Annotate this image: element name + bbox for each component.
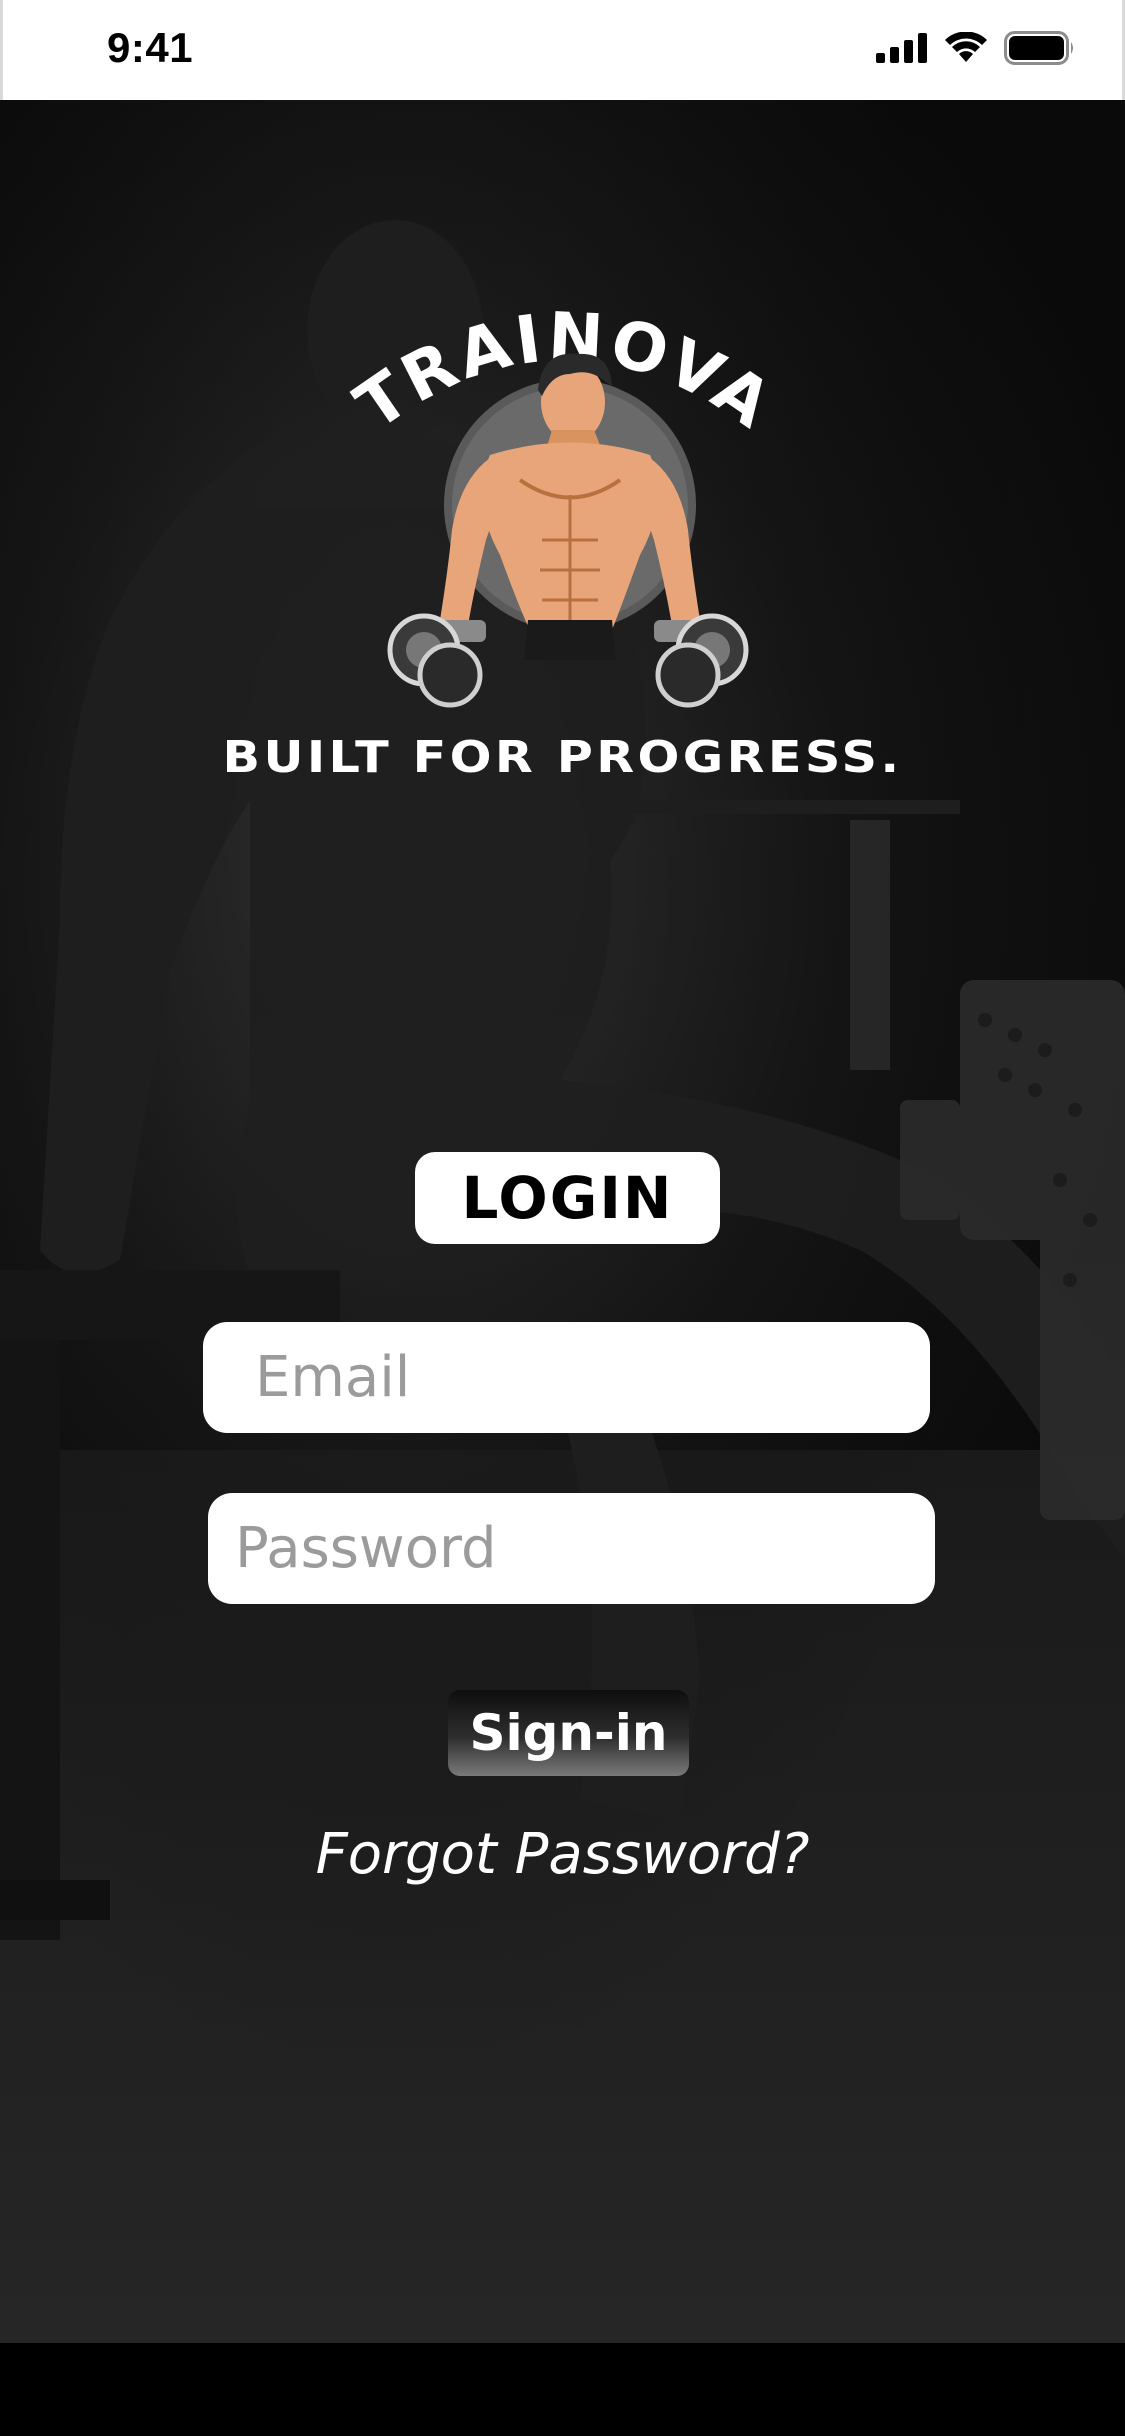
status-bar: 9:41 (0, 0, 1125, 100)
sign-in-button[interactable]: Sign-in (448, 1690, 689, 1776)
bottom-bar (0, 2343, 1125, 2436)
bodybuilder-dumbbells-illustration: TRAINOVA (342, 298, 784, 708)
wifi-icon (945, 32, 987, 62)
email-field[interactable] (203, 1322, 930, 1433)
password-field[interactable] (208, 1493, 935, 1604)
login-heading: LOGIN (415, 1152, 720, 1244)
trainova-logo: TRAINOVA (320, 290, 810, 720)
status-time: 9:41 (107, 24, 194, 71)
tagline: BUILT FOR PROGRESS. (222, 732, 903, 783)
status-icons (876, 28, 1076, 68)
cellular-signal-icon (876, 33, 927, 63)
battery-icon (1004, 31, 1073, 65)
forgot-password-link[interactable]: Forgot Password? (0, 1822, 1125, 1887)
